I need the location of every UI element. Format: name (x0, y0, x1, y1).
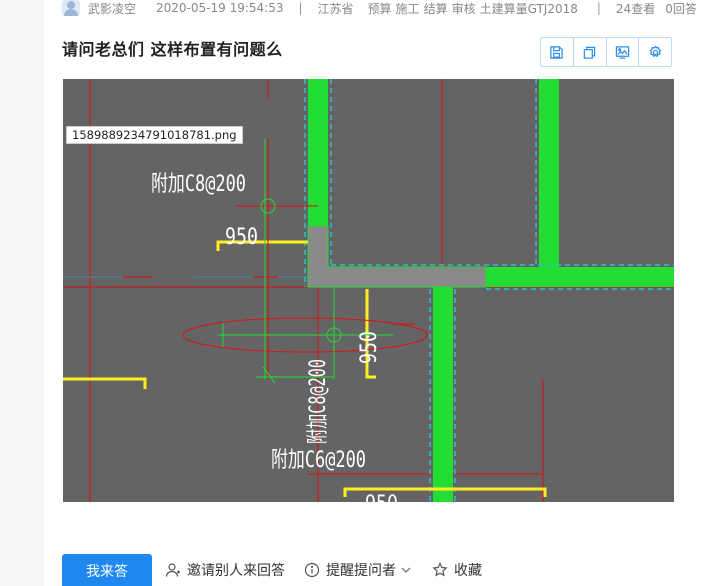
image-filename: 1589889234791018781.png (66, 126, 243, 144)
post-datetime: 2020-05-19 19:54:53 (156, 1, 284, 15)
rebar-line (63, 377, 147, 389)
gear-icon (649, 44, 661, 57)
remind-asker-link[interactable]: 提醒提问者 (304, 560, 412, 580)
view-count: 24查看 (615, 1, 656, 16)
cad-label-top-rebar: 附加C8@200 (151, 172, 246, 197)
collect-link[interactable]: 收藏 (432, 560, 482, 580)
invite-answer-link[interactable]: 邀请别人来回答 (165, 560, 285, 580)
tag[interactable]: 审核 (452, 0, 476, 16)
tag[interactable]: 结算 (424, 0, 448, 16)
invite-answer-label: 邀请别人来回答 (187, 563, 285, 579)
answer-actions: 我来答 邀请别人来回答 提醒提问者 收藏 (62, 554, 482, 586)
remind-asker-label: 提醒提问者 (326, 563, 396, 579)
question-title: 请问老总们 这样布置有问题么 (62, 40, 283, 59)
question-meta: 武影凌空 2020-05-19 19:54:53 | 江苏省 预算 施工 结算 … (62, 0, 719, 16)
star-icon (432, 562, 448, 577)
settings-button[interactable] (639, 38, 671, 66)
separator: | (596, 1, 601, 15)
answer-button[interactable]: 我来答 (62, 554, 152, 586)
cad-label-bottom-rebar: 附加C6@200 (271, 448, 366, 473)
tag[interactable]: 预算 (368, 0, 392, 16)
author-name[interactable]: 武影凌空 (88, 0, 136, 16)
question-image[interactable]: 附加C8@200 950 附加C6@200 950 950 附加C8@200 1… (63, 79, 674, 502)
tag[interactable]: 施工 (396, 0, 420, 16)
wall-segment (433, 287, 453, 502)
answer-count: 0回答 (665, 1, 697, 16)
tag[interactable]: 土建算量GTJ2018 (480, 0, 578, 16)
collect-label: 收藏 (454, 563, 482, 579)
avatar[interactable] (62, 0, 80, 16)
wall-segment (539, 79, 559, 269)
user-icon (165, 563, 180, 577)
cad-label-dim-950: 950 (365, 492, 398, 502)
image-icon (615, 45, 630, 59)
save-button[interactable] (541, 38, 574, 66)
tag[interactable]: 江苏省 (318, 0, 354, 16)
cad-label-dim-950: 950 (225, 225, 258, 250)
separator: | (298, 1, 303, 15)
save-icon (550, 45, 564, 59)
image-button[interactable] (607, 38, 640, 66)
cad-label-dim-950: 950 (357, 331, 382, 364)
copy-icon (583, 46, 596, 59)
wall-segment (486, 267, 674, 287)
concrete-column (307, 225, 487, 288)
copy-button[interactable] (574, 38, 607, 66)
chevron-down-icon (401, 567, 411, 573)
left-sidebar-strip (0, 0, 44, 586)
image-toolbar (540, 37, 672, 67)
cad-label-vertical-rebar: 附加C8@200 (306, 359, 331, 444)
info-icon (304, 562, 320, 578)
